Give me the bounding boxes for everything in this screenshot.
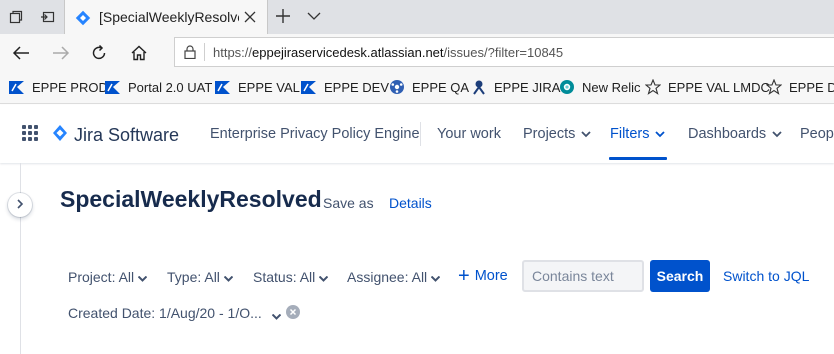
- bookmark-eppe-dev[interactable]: EPPE DEV: [300, 79, 389, 95]
- jira-logo[interactable]: Jira Software: [52, 123, 179, 148]
- switch-to-jql-link[interactable]: Switch to JQL: [723, 268, 809, 284]
- chevron-down-icon: [223, 269, 234, 285]
- chevron-down-icon: [137, 269, 148, 285]
- bookmark-label: EPPE VAL: [238, 79, 300, 95]
- bookmark-label: EPPE VAL LMDC: [668, 79, 770, 95]
- nav-divider: [420, 122, 421, 146]
- more-label: More: [474, 268, 508, 284]
- bookmark-eppe-de[interactable]: EPPE DE: [765, 79, 834, 95]
- jira-flag-icon: [214, 79, 232, 95]
- nav-label: Filters: [610, 126, 650, 142]
- filter-label: Assignee: All: [347, 269, 428, 285]
- nav-dashboards[interactable]: Dashboards: [688, 126, 782, 142]
- bookmark-eppe-val[interactable]: EPPE VAL: [214, 79, 300, 95]
- new-relic-icon: [558, 79, 576, 95]
- home-icon[interactable]: [128, 42, 150, 64]
- clear-filter-icon[interactable]: [286, 305, 300, 319]
- tab-title: [SpecialWeeklyResolved: [99, 9, 239, 25]
- sidebar-border: [20, 163, 21, 354]
- url-path: /issues/?filter=10845: [443, 45, 564, 60]
- jira-flag-icon: [300, 79, 318, 95]
- product-name: Jira Software: [74, 125, 180, 145]
- nav-filters[interactable]: Filters: [610, 126, 666, 142]
- jira-flag-icon: [104, 79, 122, 95]
- refresh-icon[interactable]: [88, 42, 110, 64]
- chevron-down-icon[interactable]: [306, 9, 322, 28]
- set-tabs-aside-icon[interactable]: [36, 5, 60, 29]
- new-tab-icon[interactable]: [274, 7, 292, 30]
- chevron-down-icon: [581, 126, 592, 142]
- address-divider: [204, 43, 205, 61]
- nav-people[interactable]: People: [800, 126, 834, 142]
- url-host: eppejiraservicedesk.atlassian.net: [252, 45, 444, 60]
- jira-top-nav: Jira Software Enterprise Privacy Policy …: [0, 105, 834, 163]
- nav-label: People: [800, 126, 834, 142]
- active-nav-indicator: [609, 157, 667, 160]
- bookmark-eppe-prod[interactable]: EPPE PROD: [8, 79, 108, 95]
- bookmark-label: EPPE DEV: [324, 79, 390, 95]
- assignee-filter[interactable]: Assignee: All: [347, 269, 441, 285]
- filter-label: Type: All: [167, 269, 220, 285]
- globe-icon: [388, 79, 406, 95]
- nav-project-name[interactable]: Enterprise Privacy Policy Engine: [210, 126, 420, 142]
- page-title: SpecialWeeklyResolved: [60, 186, 322, 212]
- bookmark-label: New Relic: [582, 79, 641, 95]
- bookmark-label: EPPE DE: [789, 79, 834, 95]
- back-icon[interactable]: [10, 42, 32, 64]
- jira-flag-icon: [8, 79, 26, 95]
- save-as-button[interactable]: Save as: [323, 195, 374, 211]
- chevron-down-icon[interactable]: [271, 307, 282, 325]
- bookmark-eppe-jira[interactable]: EPPE JIRA: [470, 79, 560, 95]
- chevron-right-icon: [16, 196, 24, 214]
- details-button[interactable]: Details: [389, 195, 432, 211]
- type-filter[interactable]: Type: All: [167, 269, 234, 285]
- bookmark-new-relic[interactable]: New Relic: [558, 79, 641, 95]
- nav-label: Your work: [437, 126, 501, 142]
- nav-label: Dashboards: [688, 126, 767, 142]
- url-protocol: https://: [213, 45, 253, 60]
- tab-actions-icon[interactable]: [4, 5, 28, 29]
- close-tab-icon[interactable]: [243, 10, 257, 29]
- bookmark-label: Portal 2.0 UAT: [128, 79, 213, 95]
- status-filter[interactable]: Status: All: [253, 269, 329, 285]
- jira-diamond-icon: [52, 123, 68, 148]
- bookmark-portal-uat[interactable]: Portal 2.0 UAT: [104, 79, 212, 95]
- lock-icon[interactable]: [184, 45, 196, 64]
- url-text: https://eppejiraservicedesk.atlassian.ne…: [213, 45, 563, 60]
- more-filters-button[interactable]: + More: [458, 265, 508, 287]
- text-search-field[interactable]: [522, 260, 644, 292]
- bookmarks-bar: EPPE PROD Portal 2.0 UAT EPPE VAL EPPE D…: [0, 70, 834, 104]
- browser-tab-strip: [SpecialWeeklyResolved: [0, 0, 834, 34]
- nav-label: Projects: [523, 126, 576, 142]
- address-bar[interactable]: https://eppejiraservicedesk.atlassian.ne…: [174, 37, 834, 67]
- chevron-down-icon: [655, 126, 666, 142]
- bookmark-eppe-val-lmdc[interactable]: EPPE VAL LMDC: [644, 79, 770, 95]
- forward-icon[interactable]: [50, 42, 72, 64]
- bookmark-label: EPPE QA: [412, 79, 470, 95]
- nav-projects[interactable]: Projects: [523, 126, 592, 142]
- nav-your-work[interactable]: Your work: [437, 126, 501, 142]
- chevron-down-icon: [430, 269, 441, 285]
- browser-tab[interactable]: [SpecialWeeklyResolved: [64, 0, 268, 34]
- plus-icon: +: [458, 265, 470, 287]
- chevron-down-icon: [319, 269, 329, 285]
- bookmark-label: EPPE PROD: [32, 79, 108, 95]
- created-date-filter[interactable]: Created Date: 1/Aug/20 - 1/O...: [68, 305, 262, 321]
- star-icon: [644, 79, 662, 95]
- project-label: Enterprise Privacy Policy Engine: [210, 126, 420, 142]
- app-switcher-icon[interactable]: [22, 125, 38, 146]
- bookmark-eppe-qa[interactable]: EPPE QA: [388, 79, 469, 95]
- expand-sidebar-button[interactable]: [8, 193, 32, 217]
- gear-jira-icon: [470, 79, 488, 95]
- text-search-input[interactable]: [532, 268, 636, 284]
- bookmark-label: EPPE JIRA: [494, 79, 561, 95]
- chevron-down-icon: [772, 126, 782, 142]
- jira-favicon-icon: [75, 10, 91, 31]
- filter-label: Status: All: [253, 269, 316, 285]
- search-button[interactable]: Search: [650, 260, 710, 292]
- filter-label: Project: All: [68, 269, 135, 285]
- project-filter[interactable]: Project: All: [68, 269, 148, 285]
- star-icon: [765, 79, 783, 95]
- browser-toolbar: https://eppejiraservicedesk.atlassian.ne…: [0, 34, 834, 70]
